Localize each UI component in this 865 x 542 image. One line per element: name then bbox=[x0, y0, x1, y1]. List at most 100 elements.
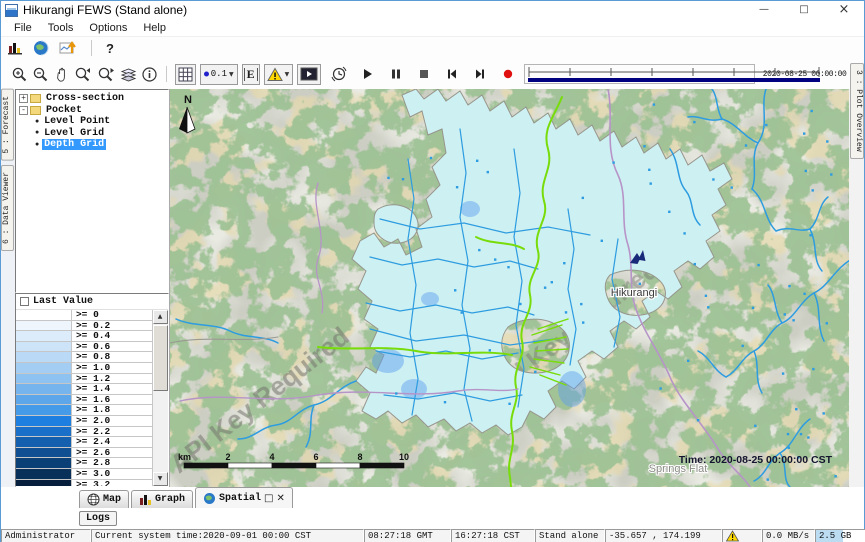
scroll-down-icon[interactable]: ▼ bbox=[153, 472, 168, 486]
status-bar: Administrator Current system time:2020-0… bbox=[1, 529, 864, 542]
legend-panel: Last Value >= 0>= 0.2>= 0.4>= 0.6>= 0.8>… bbox=[15, 293, 169, 487]
tab-map[interactable]: Map bbox=[79, 490, 129, 508]
maximize-button[interactable]: □ bbox=[784, 1, 824, 19]
info-icon[interactable] bbox=[141, 66, 158, 83]
logs-button[interactable]: Logs bbox=[79, 511, 117, 526]
legend-swatch bbox=[16, 469, 72, 479]
tab-spatial-label: Spatial bbox=[219, 493, 261, 504]
map-time-label: Time: 2020-08-25 00:00:00 CST bbox=[678, 454, 832, 466]
step-first-button[interactable] bbox=[446, 68, 458, 80]
scrollbar-thumb[interactable] bbox=[153, 325, 168, 391]
tab-forecast[interactable]: 5 : Forecast bbox=[1, 89, 14, 161]
legend-row[interactable]: >= 1.0 bbox=[16, 363, 152, 374]
menu-file[interactable]: File bbox=[7, 21, 39, 35]
title-bar: Hikurangi FEWS (Stand alone) — □ × bbox=[1, 1, 864, 19]
database-viewer-icon[interactable] bbox=[7, 40, 23, 56]
legend-label: >= 1.2 bbox=[72, 374, 152, 384]
legend-row[interactable]: >= 2.0 bbox=[16, 416, 152, 427]
legend-label: >= 2.8 bbox=[72, 458, 152, 468]
tree-item-level-point[interactable]: ●Level Point bbox=[18, 116, 168, 128]
record-button[interactable] bbox=[502, 68, 514, 80]
menu-bar: File Tools Options Help bbox=[1, 19, 864, 37]
time-slider-track bbox=[525, 65, 823, 83]
legend-label: >= 0.8 bbox=[72, 352, 152, 362]
stop-button[interactable] bbox=[418, 68, 430, 80]
status-coordinates: -35.657 , 174.199 bbox=[605, 529, 722, 542]
legend-swatch bbox=[16, 321, 72, 331]
legend-label: >= 1.6 bbox=[72, 395, 152, 405]
tree-expander-icon[interactable]: + bbox=[19, 94, 28, 103]
svg-text:km: km bbox=[178, 452, 191, 462]
status-transfer-rate: 0.0 MB/s bbox=[762, 529, 815, 542]
zoom-next-icon[interactable] bbox=[97, 66, 116, 83]
last-value-checkbox[interactable] bbox=[20, 297, 29, 306]
legend-row[interactable]: >= 3.2 bbox=[16, 480, 152, 487]
status-mode: Stand alone bbox=[535, 529, 605, 542]
left-tab-strip: 5 : Forecast 6 : Data Viewer bbox=[1, 89, 15, 487]
label-toggle-button[interactable]: E bbox=[242, 64, 260, 85]
legend-rows: >= 0>= 0.2>= 0.4>= 0.6>= 0.8>= 1.0>= 1.2… bbox=[16, 310, 152, 486]
legend-swatch bbox=[16, 416, 72, 426]
bullet-icon: ● bbox=[35, 129, 39, 137]
tree-item-level-grid[interactable]: ●Level Grid bbox=[18, 128, 168, 140]
tree-item-label: Level Point bbox=[42, 116, 112, 127]
animation-movie-button[interactable] bbox=[297, 64, 321, 85]
legend-row[interactable]: >= 0 bbox=[16, 310, 152, 321]
minimize-button[interactable]: — bbox=[744, 1, 784, 19]
contour-interval-dropdown[interactable]: 0.1 ▼ bbox=[200, 64, 238, 85]
menu-tools[interactable]: Tools bbox=[41, 21, 81, 35]
tree-item-pocket[interactable]: -Pocket bbox=[18, 105, 168, 117]
zoom-previous-icon[interactable] bbox=[74, 66, 93, 83]
legend-swatch bbox=[16, 458, 72, 468]
tab-data-viewer[interactable]: 6 : Data Viewer bbox=[1, 165, 14, 251]
tab-close-icon[interactable]: ✕ bbox=[277, 493, 285, 504]
grid-display-button[interactable] bbox=[175, 64, 196, 85]
label-toggle-glyph: E bbox=[244, 68, 258, 81]
tab-plot-overview[interactable]: 3 : Plot Overview bbox=[850, 63, 864, 159]
legend-scrollbar[interactable]: ▲ ▼ bbox=[152, 310, 168, 486]
step-last-button[interactable] bbox=[474, 68, 486, 80]
tree-item-depth-grid[interactable]: ●Depth Grid bbox=[18, 139, 168, 151]
legend-row[interactable]: >= 3.0 bbox=[16, 469, 152, 480]
zoom-in-icon[interactable] bbox=[11, 66, 28, 83]
warnings-dropdown[interactable]: ▼ bbox=[264, 64, 294, 85]
map-viewport[interactable]: API Key Required API Key required bbox=[169, 89, 849, 487]
scrollbar-track[interactable] bbox=[153, 391, 168, 472]
import-data-icon[interactable] bbox=[59, 40, 77, 56]
close-button[interactable]: × bbox=[824, 1, 864, 19]
help-button[interactable]: ? bbox=[106, 41, 114, 56]
app-icon bbox=[5, 4, 18, 17]
legend-swatch bbox=[16, 374, 72, 384]
status-warning[interactable] bbox=[722, 529, 762, 542]
tree-item-label: Depth Grid bbox=[42, 139, 106, 150]
legend-swatch bbox=[16, 331, 72, 341]
legend-label: >= 2.2 bbox=[72, 427, 152, 437]
time-slider[interactable] bbox=[524, 64, 755, 84]
svg-text:N: N bbox=[184, 94, 192, 106]
map-toolbar: 0.1 ▼ E ▼ bbox=[1, 59, 864, 89]
tab-graph[interactable]: Graph bbox=[131, 490, 193, 508]
tab-restore-icon[interactable]: □ bbox=[264, 493, 273, 504]
tree-item-cross-section[interactable]: +Cross-section bbox=[18, 93, 168, 105]
tree-expander-icon[interactable]: - bbox=[19, 106, 28, 115]
status-user: Administrator bbox=[1, 529, 91, 542]
bullet-icon: ● bbox=[35, 118, 39, 126]
layers-icon[interactable] bbox=[120, 66, 137, 83]
schedule-clock-icon[interactable] bbox=[330, 65, 348, 83]
play-button[interactable] bbox=[362, 68, 374, 80]
menu-options[interactable]: Options bbox=[82, 21, 134, 35]
tab-spatial[interactable]: Spatial □ ✕ bbox=[195, 487, 293, 508]
map-display-icon[interactable] bbox=[33, 40, 49, 56]
menu-help[interactable]: Help bbox=[136, 21, 173, 35]
svg-text:4: 4 bbox=[269, 452, 274, 462]
zoom-out-icon[interactable] bbox=[32, 66, 49, 83]
pause-button[interactable] bbox=[390, 68, 402, 80]
scroll-up-icon[interactable]: ▲ bbox=[153, 310, 168, 324]
svg-text:2: 2 bbox=[225, 452, 230, 462]
main-area: 5 : Forecast 6 : Data Viewer +Cross-sect… bbox=[1, 89, 864, 487]
display-tab-bar: Map Graph Spatial □ ✕ bbox=[1, 487, 864, 508]
layer-tree: +Cross-section-Pocket●Level Point●Level … bbox=[15, 89, 169, 293]
pan-hand-icon[interactable] bbox=[53, 66, 70, 83]
legend-label: >= 1.0 bbox=[72, 363, 152, 373]
map-canvas: API Key Required API Key required bbox=[170, 89, 849, 487]
